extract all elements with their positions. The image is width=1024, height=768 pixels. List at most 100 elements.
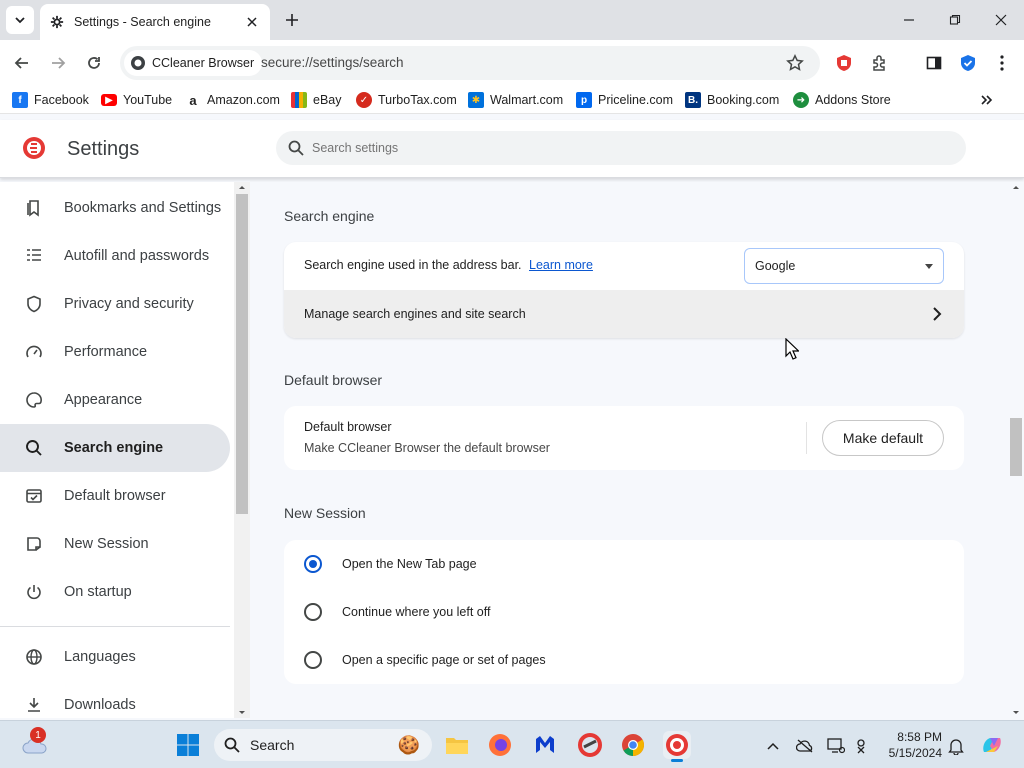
show-hidden-icons-button[interactable] <box>764 737 782 755</box>
sidebar-item-downloads[interactable]: Downloads <box>0 681 230 718</box>
sidebar-item-search-engine[interactable]: Search engine <box>0 424 230 472</box>
sidebar-item-label: Downloads <box>64 697 136 713</box>
bookmarks-overflow-button[interactable] <box>980 91 994 109</box>
radio-button[interactable] <box>304 651 322 669</box>
bookmark-label: Priceline.com <box>598 93 674 107</box>
radio-button-checked[interactable] <box>304 555 322 573</box>
sidebar-item-label: Languages <box>64 649 136 665</box>
extensions-button[interactable] <box>868 51 892 75</box>
make-default-button[interactable]: Make default <box>822 420 944 456</box>
bookmark-star-button[interactable] <box>786 54 804 72</box>
radio-new-tab-page[interactable]: Open the New Tab page <box>284 540 964 588</box>
windows-logo-icon <box>177 734 199 756</box>
booking-icon: B. <box>685 92 701 108</box>
search-engine-card: Search engine used in the address bar. L… <box>284 242 964 338</box>
copilot-button[interactable] <box>978 731 1006 759</box>
radio-continue[interactable]: Continue where you left off <box>284 588 964 636</box>
bookmark-ebay[interactable]: eBay <box>291 91 342 109</box>
taskbar-search[interactable]: Search 🍪 <box>214 729 432 761</box>
ccleaner-app[interactable] <box>576 731 604 759</box>
learn-more-link[interactable]: Learn more <box>529 258 593 272</box>
sidebar-item-new-session[interactable]: New Session <box>0 520 230 568</box>
close-window-button[interactable] <box>987 6 1015 34</box>
security-extension[interactable] <box>956 51 980 75</box>
chrome-app[interactable] <box>619 731 647 759</box>
search-engine-dropdown[interactable]: Google <box>744 248 944 284</box>
bookmark-youtube[interactable]: ▶ YouTube <box>101 91 172 109</box>
site-info-chip[interactable]: CCleaner Browser <box>124 50 263 76</box>
taskbar-clock[interactable]: 8:58 PM 5/15/2024 <box>884 729 942 761</box>
sidebar-item-default-browser[interactable]: Default browser <box>0 472 230 520</box>
main-scrollbar-thumb[interactable] <box>1010 418 1022 476</box>
tab-search-button[interactable] <box>6 6 34 34</box>
radio-specific-pages[interactable]: Open a specific page or set of pages <box>284 636 964 684</box>
ccleaner-browser-icon <box>666 734 688 756</box>
manage-search-engines-row[interactable]: Manage search engines and site search <box>284 290 964 338</box>
forward-button[interactable] <box>46 51 70 75</box>
section-title-default-browser: Default browser <box>284 372 383 388</box>
minimize-icon <box>904 19 914 21</box>
bookmark-turbotax[interactable]: ✓ TurboTax.com <box>356 91 457 109</box>
browser-icon <box>24 486 44 506</box>
active-tab[interactable]: Settings - Search engine <box>40 4 270 40</box>
notification-badge: 1 <box>30 727 46 743</box>
globe-icon <box>24 647 44 667</box>
bookmark-amazon[interactable]: a Amazon.com <box>185 91 280 109</box>
network-tray-icon[interactable] <box>855 737 873 755</box>
bookmarks-bar: f Facebook ▶ YouTube a Amazon.com eBay ✓… <box>0 86 1024 114</box>
priceline-icon: p <box>576 92 592 108</box>
back-button[interactable] <box>10 51 34 75</box>
sidebar-item-appearance[interactable]: Appearance <box>0 376 230 424</box>
sidebar-item-privacy[interactable]: Privacy and security <box>0 280 230 328</box>
firefox-app[interactable] <box>486 731 514 759</box>
facebook-icon: f <box>12 92 28 108</box>
restore-icon <box>949 14 961 25</box>
main-scrollbar[interactable] <box>1008 182 1024 718</box>
tab-close-button[interactable] <box>244 14 260 30</box>
onedrive-tray-icon[interactable] <box>796 737 814 755</box>
weather-widget[interactable]: 1 <box>18 727 52 759</box>
default-browser-title: Default browser <box>304 420 392 434</box>
settings-search-input[interactable] <box>312 141 912 155</box>
file-explorer-app[interactable] <box>443 731 471 759</box>
malwarebytes-app[interactable] <box>531 731 559 759</box>
sidebar-item-languages[interactable]: Languages <box>0 633 230 681</box>
minimize-button[interactable] <box>895 6 923 34</box>
bookmark-addons-store[interactable]: ➜ Addons Store <box>793 91 891 109</box>
sidebar-scrollbar[interactable] <box>234 182 250 718</box>
sidebar-item-autofill[interactable]: Autofill and passwords <box>0 232 230 280</box>
bookmark-label: eBay <box>313 93 342 107</box>
sidebar-item-bookmarks[interactable]: Bookmarks and Settings <box>0 184 230 232</box>
radio-button[interactable] <box>304 603 322 621</box>
new-tab-button[interactable] <box>282 10 302 30</box>
windows-taskbar: 1 Search 🍪 8:58 PM 5/15/2024 <box>0 720 1024 768</box>
radio-label: Open the New Tab page <box>342 557 477 571</box>
sidebar-item-performance[interactable]: Performance <box>0 328 230 376</box>
address-bar[interactable]: CCleaner Browser secure://settings/searc… <box>120 46 820 80</box>
browser-menu-button[interactable] <box>990 51 1014 75</box>
turbotax-icon: ✓ <box>356 92 372 108</box>
copilot-icon <box>983 738 1001 752</box>
sidebar-scrollbar-thumb[interactable] <box>236 194 248 514</box>
display-tray-icon[interactable] <box>827 737 845 755</box>
search-engine-row: Search engine used in the address bar. L… <box>304 258 593 272</box>
sidebar-item-on-startup[interactable]: On startup <box>0 568 230 616</box>
ad-blocker-extension[interactable] <box>832 51 856 75</box>
url-text[interactable]: secure://settings/search <box>261 55 404 70</box>
settings-search-box[interactable] <box>276 131 966 165</box>
sidebar-item-label: Appearance <box>64 392 143 408</box>
bookmark-facebook[interactable]: f Facebook <box>12 91 89 109</box>
bookmark-walmart[interactable]: ✱ Walmart.com <box>468 91 563 109</box>
side-panel-button[interactable] <box>922 51 946 75</box>
sidebar-item-label: On startup <box>64 584 132 600</box>
cloud-off-icon <box>796 739 813 753</box>
restore-button[interactable] <box>941 6 969 34</box>
reload-button[interactable] <box>82 51 106 75</box>
bookmark-priceline[interactable]: p Priceline.com <box>576 91 673 109</box>
notifications-button[interactable] <box>947 737 965 755</box>
addons-store-icon: ➜ <box>793 92 809 108</box>
shield-check-icon <box>961 55 975 71</box>
start-button[interactable] <box>174 731 202 759</box>
ccleaner-browser-app[interactable] <box>663 731 691 762</box>
bookmark-booking[interactable]: B. Booking.com <box>685 91 779 109</box>
